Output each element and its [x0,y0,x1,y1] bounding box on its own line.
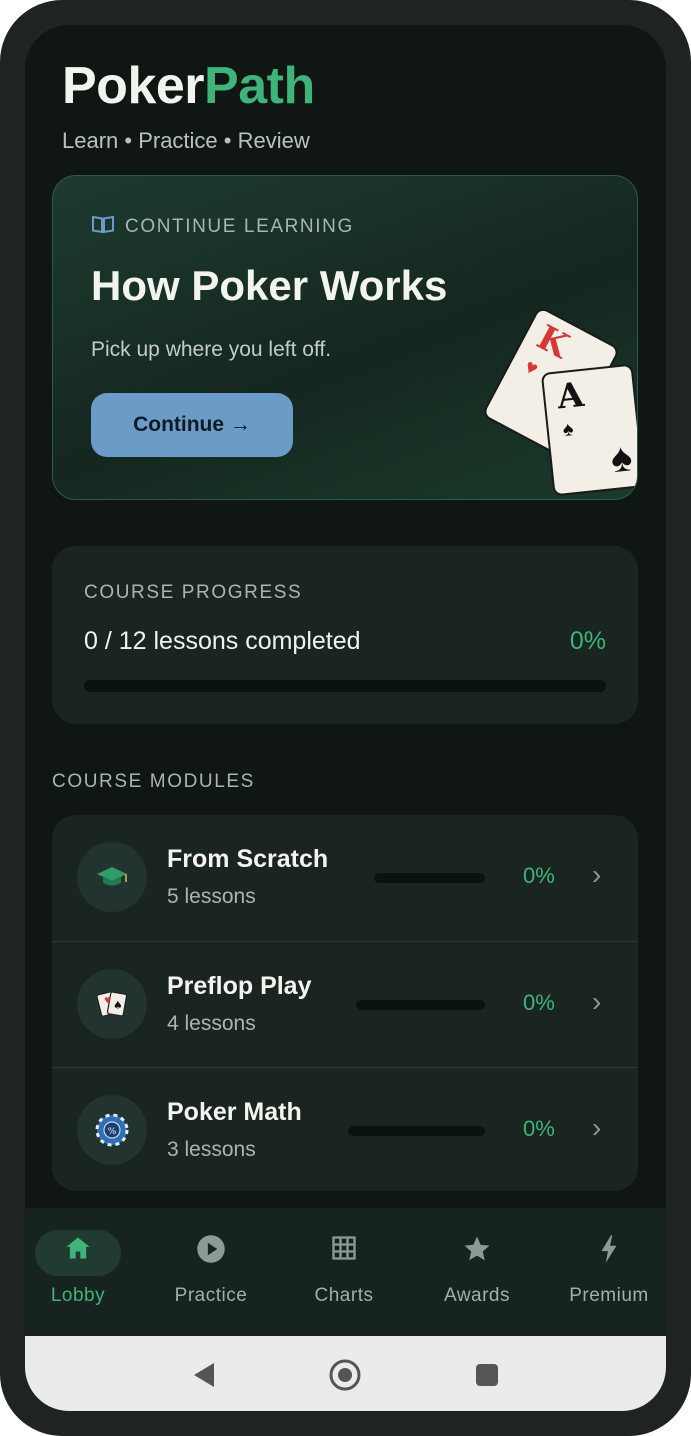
lesson-subtitle: Pick up where you left off. [91,338,332,361]
lesson-title: How Poker Works [91,262,448,309]
module-progress-bar [374,873,485,883]
course-progress-card: COURSE PROGRESS 0 / 12 lessons completed… [52,546,638,724]
brand-word-poker: Poker [62,57,205,115]
nav-label: Premium [569,1285,649,1306]
chevron-right-icon: › [592,1112,602,1143]
bottom-navigation: Lobby Practice Charts Awards Premium [25,1208,666,1336]
lessons-completed-text: 0 / 12 lessons completed [84,627,361,655]
module-from-scratch[interactable]: From Scratch 5 lessons 0% › [52,815,638,941]
continue-learning-kicker: CONTINUE LEARNING [91,214,354,239]
module-name: Preflop Play [167,972,312,1000]
poker-chip-icon: % [77,1095,147,1165]
module-name: From Scratch [167,845,329,873]
svg-text:%: % [108,1127,117,1137]
system-navigation-bar [25,1336,666,1411]
graduation-cap-icon [77,842,147,912]
chevron-right-icon: › [592,859,602,890]
module-lesson-count: 4 lessons [167,1012,256,1035]
continue-button[interactable]: Continue → [91,393,293,457]
nav-premium[interactable]: Premium [545,1208,666,1336]
module-progress-percent: 0% [523,1116,555,1141]
module-list: From Scratch 5 lessons 0% › ♥ ♠ Preflop … [52,815,638,1191]
lightning-icon [545,1234,666,1274]
module-preflop-play[interactable]: ♥ ♠ Preflop Play 4 lessons 0% › [52,941,638,1067]
home-icon [25,1234,142,1272]
course-progress-bar [84,680,606,692]
continue-learning-card: CONTINUE LEARNING How Poker Works Pick u… [52,175,638,500]
course-progress-percent: 0% [569,627,606,655]
nav-label: Charts [314,1285,374,1306]
svg-text:♠: ♠ [113,999,123,1012]
brand-word-path: Path [204,57,315,115]
book-icon [91,214,115,239]
course-modules-heading: COURSE MODULES [52,771,255,792]
nav-label: Lobby [50,1285,106,1306]
heart-icon: ♥ [520,355,542,381]
ace-of-spades-card: A ♠ ♠ [540,363,637,497]
grid-icon [280,1234,408,1272]
nav-label: Awards [443,1285,510,1306]
spade-icon: ♠ [561,418,575,442]
recents-icon[interactable] [470,1358,504,1392]
app-logo: PokerPath [62,55,315,117]
module-lesson-count: 3 lessons [167,1138,256,1161]
nav-charts[interactable]: Charts [280,1208,408,1336]
playing-cards-illustration: K ♥ A ♠ ♠ [481,305,637,499]
module-progress-percent: 0% [523,863,555,888]
nav-lobby[interactable]: Lobby [25,1208,142,1336]
nav-awards[interactable]: Awards [413,1208,541,1336]
module-progress-bar [348,1126,485,1136]
module-name: Poker Math [167,1098,302,1126]
back-icon[interactable] [187,1358,221,1392]
app-screen: PokerPath Learn • Practice • Review CONT… [25,25,666,1411]
module-progress-percent: 0% [523,990,555,1015]
module-lesson-count: 5 lessons [167,885,256,908]
play-icon [147,1234,275,1274]
chevron-right-icon: › [592,986,602,1017]
svg-text:♥: ♥ [104,996,111,1005]
course-progress-label: COURSE PROGRESS [84,582,303,603]
phone-frame: PokerPath Learn • Practice • Review CONT… [0,0,691,1436]
module-poker-math[interactable]: % Poker Math 3 lessons 0% › [52,1067,638,1191]
nav-practice[interactable]: Practice [147,1208,275,1336]
nav-label: Practice [174,1285,248,1306]
home-button-icon[interactable] [328,1358,362,1392]
large-spade-icon: ♠ [608,435,635,482]
card-rank-ace: A [555,374,586,418]
tagline: Learn • Practice • Review [62,128,310,153]
playing-cards-icon: ♥ ♠ [77,969,147,1039]
kicker-label: CONTINUE LEARNING [125,215,354,237]
module-progress-bar [356,1000,485,1010]
star-icon [413,1234,541,1274]
